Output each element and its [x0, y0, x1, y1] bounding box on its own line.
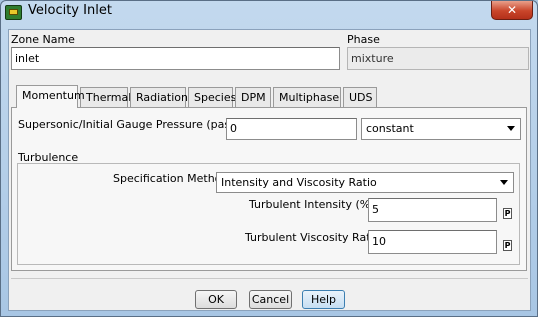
dialog-window: Velocity Inlet ✕ Zone Name inlet Phase m… [0, 0, 538, 317]
tab-species[interactable]: Species [188, 87, 236, 107]
pressure-input[interactable]: 0 [226, 118, 357, 140]
turbulent-intensity-input[interactable]: 5 [368, 198, 497, 222]
turbulence-group: Specification Method Intensity and Visco… [17, 163, 520, 265]
fluent-app-icon [5, 5, 22, 20]
title-bar[interactable]: Velocity Inlet ✕ [1, 1, 537, 25]
tab-multiphase[interactable]: Multiphase [273, 87, 341, 107]
close-button[interactable]: ✕ [491, 1, 533, 20]
phase-label: Phase [347, 33, 380, 46]
pressure-method-value: constant [366, 122, 414, 135]
ok-button[interactable]: OK [195, 290, 237, 309]
pressure-label: Supersonic/Initial Gauge Pressure (pasca… [18, 118, 251, 131]
tab-thermal[interactable]: Thermal [80, 87, 131, 107]
spec-method-dropdown[interactable]: Intensity and Viscosity Ratio [216, 172, 514, 193]
tab-bar: Momentum Thermal Radiation Species DPM M… [12, 85, 527, 108]
tab-momentum[interactable]: Momentum [16, 85, 85, 108]
viscosity-parameter-button[interactable]: P [503, 240, 512, 251]
chevron-down-icon [500, 180, 508, 185]
zone-name-field[interactable]: inlet [11, 47, 340, 70]
footer-divider [11, 278, 528, 279]
turbulent-intensity-label: Turbulent Intensity (%) [249, 198, 375, 211]
cancel-button[interactable]: Cancel [249, 290, 292, 309]
help-button[interactable]: Help [302, 290, 345, 309]
viscosity-ratio-label: Turbulent Viscosity Ratio [245, 231, 381, 244]
chevron-down-icon [507, 126, 515, 131]
phase-field: mixture [347, 47, 529, 70]
close-icon: ✕ [506, 3, 518, 17]
tab-uds[interactable]: UDS [343, 87, 377, 107]
pressure-method-dropdown[interactable]: constant [361, 118, 521, 140]
window-title: Velocity Inlet [28, 3, 112, 18]
spec-method-value: Intensity and Viscosity Ratio [221, 176, 377, 189]
zone-name-label: Zone Name [11, 33, 75, 46]
tab-radiation[interactable]: Radiation [130, 87, 188, 107]
intensity-parameter-button[interactable]: P [503, 208, 512, 219]
dialog-body: Zone Name inlet Phase mixture Momentum T… [8, 29, 531, 311]
spec-method-label: Specification Method [113, 172, 229, 185]
viscosity-ratio-input[interactable]: 10 [368, 230, 497, 254]
tab-dpm[interactable]: DPM [235, 87, 271, 107]
